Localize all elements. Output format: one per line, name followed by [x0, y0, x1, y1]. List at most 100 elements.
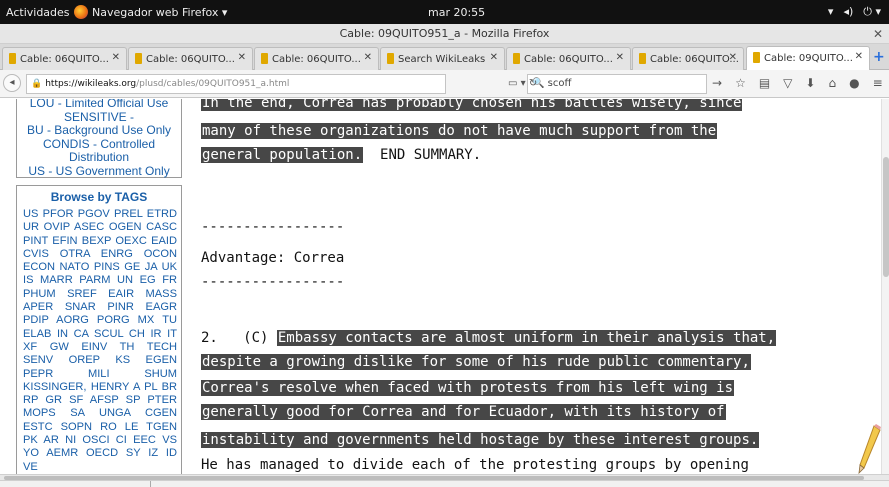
app-menu-label: Navegador web Firefox ▾ [92, 5, 228, 19]
cable-line: Advantage: Correa [201, 247, 344, 269]
tab-label: Cable: 06QUITO... [524, 54, 613, 65]
pencil-icon [858, 424, 881, 474]
cable-line: ----------------- [201, 216, 344, 238]
cable-line: despite a growing dislike for some of hi… [201, 351, 751, 373]
tab-label: Search WikiLeaks [398, 54, 486, 65]
app-menu[interactable]: Navegador web Firefox ▾ [74, 5, 227, 19]
tab-cable-3[interactable]: Cable: 06QUITO... ✕ [254, 47, 379, 70]
firefox-icon [74, 5, 88, 19]
wikileaks-favicon-icon [513, 53, 520, 64]
selected-text[interactable]: generally good for Correa and for Ecuado… [201, 404, 726, 420]
wikileaks-favicon-icon [639, 53, 646, 64]
wikileaks-favicon-icon [753, 52, 760, 63]
tags-header: Browse by TAGS [50, 190, 148, 204]
browse-by-tags-panel: Browse by TAGS US PFOR PGOV PREL ETRD UR… [16, 185, 182, 474]
search-value: scoff [547, 78, 572, 89]
tab-label: Cable: 06QUITO... [272, 54, 361, 65]
tab-close-icon[interactable]: ✕ [490, 52, 498, 63]
lock-icon: 🔒 [31, 79, 43, 89]
cable-line: He has managed to divide each of the pro… [201, 454, 749, 474]
selected-text[interactable]: In the end, Correa has probably chosen h… [201, 99, 743, 111]
scroll-thumb[interactable] [883, 157, 889, 277]
navigation-toolbar: ◂ 🔒 https://wikileaks.org/plusd/cables/09… [0, 70, 889, 98]
bookmark-star-icon[interactable]: ☆ [735, 76, 746, 90]
cable-plain-text: ----------------- [201, 219, 345, 235]
cable-line: In the end, Correa has probably chosen h… [201, 99, 743, 114]
window-title: Cable: 09QUITO951_a - Mozilla Firefox [339, 27, 550, 40]
tab-close-icon[interactable]: ✕ [729, 52, 737, 63]
cable-line: instability and governments held hostage… [201, 429, 760, 451]
selected-text[interactable]: general population. [201, 147, 364, 163]
wikileaks-favicon-icon [9, 53, 16, 64]
tab-label: Cable: 06QUITO... [650, 54, 739, 65]
pocket-icon[interactable]: ▽ [783, 76, 792, 90]
tab-search-wikileaks[interactable]: Search WikiLeaks ✕ [380, 47, 505, 70]
url-path: /plusd/cables/09QUITO951_a.html [136, 79, 290, 89]
tab-cable-active[interactable]: Cable: 09QUITO... ✕ [746, 46, 870, 71]
tab-cable-6[interactable]: Cable: 06QUITO... ✕ [632, 47, 744, 70]
gnome-top-bar: Actividades Navegador web Firefox ▾ mar … [0, 0, 889, 24]
reading-list-icon[interactable]: ▤ [759, 76, 770, 90]
paragraph-number: 2. (C) [201, 330, 277, 346]
selected-text[interactable]: many of these organizations do not have … [201, 123, 718, 139]
search-input[interactable]: 🔍 scoff [527, 74, 707, 94]
download-icon[interactable]: ⬇ [805, 76, 815, 90]
classification-line[interactable]: US - US Government Only [17, 164, 181, 179]
cable-plain-text: END SUMMARY. [363, 147, 482, 163]
classification-line[interactable]: SENSITIVE - [17, 110, 181, 125]
cable-plain-text: ----------------- [201, 274, 345, 290]
home-icon[interactable]: ⌂ [828, 76, 836, 90]
tab-cable-2[interactable]: Cable: 06QUITO... ✕ [128, 47, 253, 70]
tab-label: Cable: 06QUITO... [146, 54, 235, 65]
tab-cable-5[interactable]: Cable: 06QUITO... ✕ [506, 47, 631, 70]
tab-bar: Cable: 06QUITO... ✕ Cable: 06QUITO... ✕ Ca… [0, 44, 889, 71]
tab-close-icon[interactable]: ✕ [616, 52, 624, 63]
cable-line: generally good for Correa and for Ecuado… [201, 401, 726, 423]
selected-text[interactable]: instability and governments held hostage… [201, 432, 760, 448]
wifi-icon[interactable]: ▾ [828, 5, 834, 19]
window-close-icon[interactable]: ✕ [873, 24, 883, 44]
cable-line: Correa's resolve when faced with protest… [201, 377, 735, 399]
classification-line[interactable]: LOU - Limited Official Use [17, 99, 181, 111]
cable-line: general population. END SUMMARY. [201, 144, 481, 166]
url-dropdown-reload-icon[interactable]: ▭ ▾ ↻ [508, 78, 537, 89]
system-tray[interactable]: ▾ ◂) ⏻ ▾ [828, 5, 881, 19]
url-bar[interactable]: 🔒 https://wikileaks.org/plusd/cables/09QU… [26, 74, 446, 94]
cable-line: many of these organizations do not have … [201, 120, 718, 142]
chat-icon[interactable]: ● [849, 76, 859, 90]
wikileaks-favicon-icon [261, 53, 268, 64]
window-title-bar: Cable: 09QUITO951_a - Mozilla Firefox ✕ [0, 24, 889, 44]
volume-icon[interactable]: ◂) [843, 5, 853, 19]
page-content: LOU - Limited Official Use SENSITIVE - B… [0, 99, 889, 474]
back-button[interactable]: ◂ [3, 74, 21, 92]
cable-plain-text: Advantage: Correa [201, 250, 345, 266]
wikileaks-favicon-icon [135, 53, 142, 64]
tab-close-icon[interactable]: ✕ [364, 52, 372, 63]
tab-close-icon[interactable]: ✕ [855, 51, 863, 62]
classification-legend: LOU - Limited Official Use SENSITIVE - B… [16, 99, 182, 178]
tag-links[interactable]: US PFOR PGOV PREL ETRD UR OVIP ASEC OGEN… [17, 208, 181, 474]
cable-line: 2. (C) Embassy contacts are almost unifo… [201, 327, 777, 349]
tab-label: Cable: 09QUITO... [764, 53, 853, 64]
power-icon[interactable]: ⏻ ▾ [863, 5, 881, 19]
selected-text[interactable]: despite a growing dislike for some of hi… [201, 354, 751, 370]
tab-cable-1[interactable]: Cable: 06QUITO... ✕ [2, 47, 127, 70]
tab-label: Cable: 06QUITO... [20, 54, 109, 65]
url-host: https://wikileaks.org [45, 79, 137, 89]
cable-plain-text: He has managed to divide each of the pro… [201, 457, 749, 473]
vertical-scrollbar[interactable] [881, 99, 889, 474]
clock[interactable]: mar 20:55 [428, 6, 485, 19]
classification-line[interactable]: BU - Background Use Only [17, 123, 181, 138]
tab-close-icon[interactable]: ✕ [112, 52, 120, 63]
tab-close-icon[interactable]: ✕ [238, 52, 246, 63]
classification-line[interactable]: Distribution [17, 150, 181, 165]
new-tab-button[interactable]: + [873, 49, 885, 65]
activities-button[interactable]: Actividades [6, 6, 70, 19]
classification-line[interactable]: CONDIS - Controlled [17, 137, 181, 152]
wikileaks-favicon-icon [387, 53, 394, 64]
cable-line: ----------------- [201, 271, 344, 293]
selected-text[interactable]: Embassy contacts are almost uniform in t… [276, 330, 777, 346]
go-arrow-icon[interactable]: → [712, 76, 722, 90]
selected-text[interactable]: Correa's resolve when faced with protest… [201, 380, 735, 396]
menu-icon[interactable]: ≡ [873, 76, 883, 90]
